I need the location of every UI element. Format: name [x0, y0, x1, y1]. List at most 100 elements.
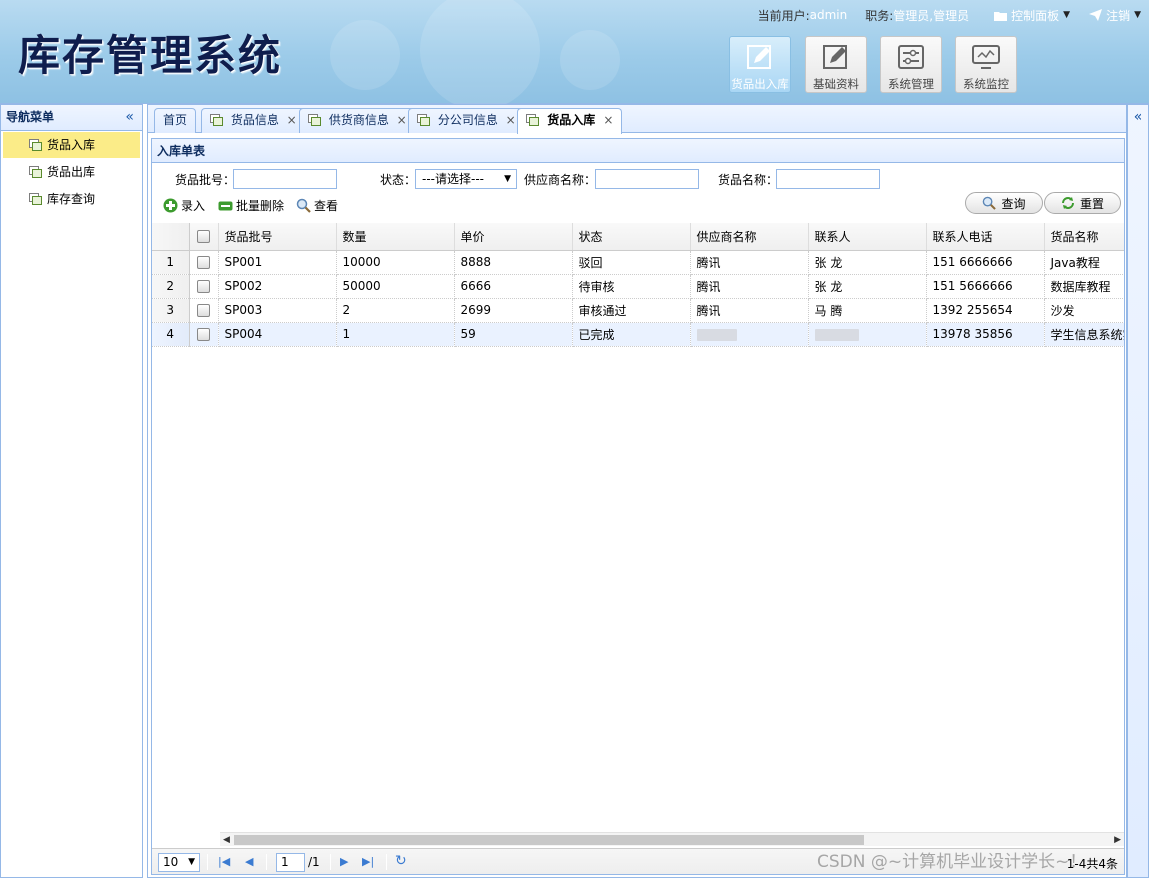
column-header[interactable]: 状态	[572, 223, 691, 251]
first-page-icon[interactable]: |◀	[218, 855, 230, 868]
cell: 沙发	[1044, 298, 1124, 323]
select-all-checkbox[interactable]	[189, 223, 219, 251]
tab-supplier-info[interactable]: 供货商信息 ×	[299, 108, 416, 133]
cell: 腾讯	[690, 298, 809, 323]
window-icon	[29, 193, 42, 205]
next-page-icon[interactable]: ▶	[340, 855, 348, 868]
column-header[interactable]: 数量	[336, 223, 455, 251]
caret-down-icon: ▼	[188, 857, 195, 867]
supplier-label: 供应商名称：	[524, 173, 597, 187]
column-header[interactable]: 货品批号	[218, 223, 337, 251]
view-button[interactable]: 查看	[296, 197, 338, 214]
row-checkbox[interactable]	[189, 298, 219, 323]
module-system-management[interactable]: 系统管理	[880, 36, 942, 93]
checkbox[interactable]	[197, 256, 210, 269]
data-grid: 货品批号 数量 单价 状态 供应商名称 联系人 联系人电话 货品名称 1 SP0…	[152, 223, 1124, 831]
tab-bar: 首页 货品信息 × 供货商信息 × 分公司信息 × 货品入库 ×	[148, 105, 1126, 134]
edit-icon	[747, 45, 771, 69]
cell: 1392 255654	[926, 298, 1045, 323]
batch-delete-label: 批量删除	[236, 199, 285, 213]
module-inventory-io[interactable]: 货品出入库	[729, 36, 791, 93]
close-icon[interactable]: ×	[506, 113, 516, 127]
page-size-select[interactable]: 10 ▼	[158, 853, 200, 872]
column-header[interactable]: 联系人	[808, 223, 927, 251]
page-number-input[interactable]: 1	[276, 853, 305, 872]
window-icon	[308, 114, 321, 126]
batch-label: 货品批号：	[175, 173, 236, 187]
reset-button[interactable]: 重置	[1044, 192, 1121, 214]
page-number-value: 1	[281, 855, 289, 869]
cell: 数据库教程	[1044, 274, 1124, 299]
scrollbar-thumb[interactable]	[234, 835, 864, 845]
row-checkbox[interactable]	[189, 250, 219, 275]
table-row[interactable]: 3 SP003 2 2699 审核通过 腾讯 马 腾 1392 255654 沙…	[152, 298, 1124, 323]
query-label: 查询	[1001, 196, 1026, 211]
batch-input[interactable]	[233, 169, 337, 189]
last-page-icon[interactable]: ▶|	[362, 855, 374, 868]
close-icon[interactable]: ×	[397, 113, 407, 127]
search-toolbar: 货品批号： 状态： ---请选择--- ▼ 供应商名称： 货品名称： 录入 批量…	[152, 164, 1124, 220]
prev-page-icon[interactable]: ◀	[245, 855, 253, 868]
query-button[interactable]: 查询	[965, 192, 1043, 214]
expand-left-icon[interactable]: «	[1128, 109, 1148, 125]
grid-title: 入库单表	[152, 139, 1124, 163]
send-icon	[1088, 9, 1102, 21]
status-select[interactable]: ---请选择--- ▼	[415, 169, 517, 189]
tab-home[interactable]: 首页	[154, 108, 197, 133]
goods-name-label: 货品名称：	[718, 173, 779, 187]
checkbox[interactable]	[197, 328, 210, 341]
cell: 腾讯	[690, 274, 809, 299]
user-bar: 当前用户: admin 职务: 管理员,管理员 控制面板 ▼ 注销 ▼	[758, 6, 1141, 24]
cell: 50000	[336, 274, 455, 299]
row-number: 1	[152, 250, 190, 275]
row-number: 2	[152, 274, 190, 299]
refresh-icon[interactable]: ↻	[395, 853, 407, 869]
role-label: 职务:	[865, 8, 894, 23]
tab-goods-stock-in[interactable]: 货品入库 ×	[517, 108, 623, 134]
checkbox[interactable]	[197, 304, 210, 317]
nav-item-stock-query[interactable]: 库存查询	[3, 186, 140, 212]
goods-name-input[interactable]	[776, 169, 880, 189]
table-row[interactable]: 1 SP001 10000 8888 驳回 腾讯 张 龙 151 6666666…	[152, 250, 1124, 275]
checkbox[interactable]	[197, 280, 210, 293]
cell: 张 龙	[808, 274, 927, 299]
cell: SP002	[218, 274, 337, 299]
redacted-block	[696, 328, 737, 341]
horizontal-scrollbar[interactable]: ◀ ▶	[220, 832, 1124, 846]
column-header[interactable]: 货品名称	[1044, 223, 1124, 251]
tab-label: 货品信息	[230, 113, 279, 127]
module-system-monitor[interactable]: 系统监控	[955, 36, 1017, 93]
batch-delete-button[interactable]: 批量删除	[218, 197, 284, 214]
logout-menu[interactable]: 注销 ▼	[1088, 7, 1141, 24]
cell: 已完成	[572, 322, 691, 347]
close-icon[interactable]: ×	[287, 113, 297, 127]
cell: 8888	[454, 250, 573, 275]
tab-branch-info[interactable]: 分公司信息 ×	[408, 108, 525, 133]
current-user: admin	[809, 8, 848, 22]
row-checkbox[interactable]	[189, 322, 219, 347]
pager-separator	[330, 854, 331, 870]
cell-redacted	[690, 322, 809, 347]
table-row[interactable]: 2 SP002 50000 6666 待审核 腾讯 张 龙 151 566666…	[152, 274, 1124, 299]
column-header[interactable]: 联系人电话	[926, 223, 1045, 251]
supplier-input[interactable]	[595, 169, 699, 189]
close-icon[interactable]: ×	[603, 113, 613, 127]
table-row[interactable]: 4 SP004 1 59 已完成 13978 35856 学生信息系统实	[152, 322, 1124, 347]
nav-item-stock-in[interactable]: 货品入库	[3, 132, 140, 158]
nav-item-stock-out[interactable]: 货品出库	[3, 159, 140, 185]
redacted-block	[814, 328, 859, 341]
scroll-left-icon[interactable]: ◀	[223, 833, 230, 847]
nav-title-text: 导航菜单	[6, 110, 55, 124]
cell: 腾讯	[690, 250, 809, 275]
module-basic-data[interactable]: 基础资料	[805, 36, 867, 93]
row-checkbox[interactable]	[189, 274, 219, 299]
control-panel-menu[interactable]: 控制面板 ▼	[993, 7, 1070, 24]
scroll-right-icon[interactable]: ▶	[1114, 833, 1121, 847]
add-button[interactable]: 录入	[163, 197, 205, 214]
column-header[interactable]: 单价	[454, 223, 573, 251]
tab-goods-info[interactable]: 货品信息 ×	[201, 108, 306, 133]
column-header[interactable]: 供应商名称	[690, 223, 809, 251]
view-label: 查看	[314, 199, 339, 213]
collapse-left-icon[interactable]: «	[125, 105, 134, 129]
checkbox[interactable]	[197, 230, 210, 244]
